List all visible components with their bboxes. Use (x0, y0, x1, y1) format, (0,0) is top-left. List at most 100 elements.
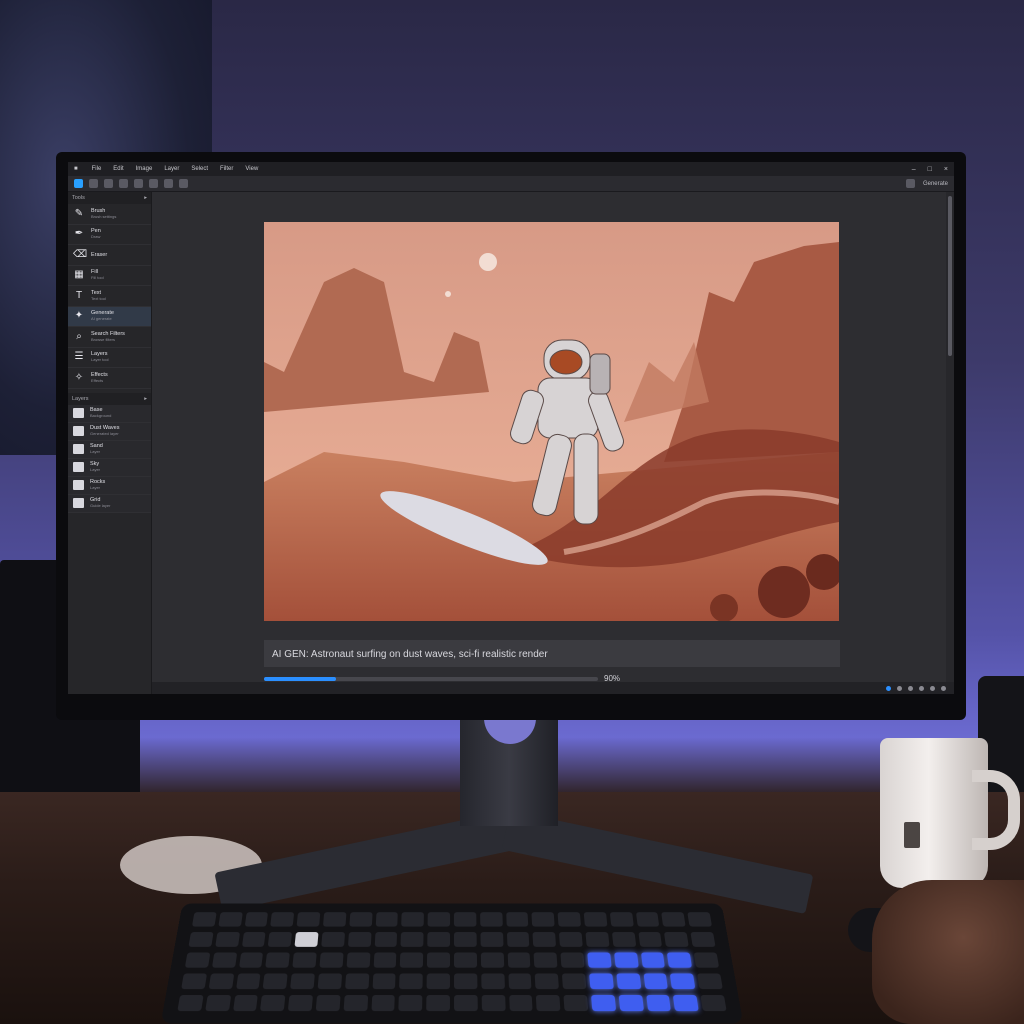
status-icon-6[interactable] (941, 686, 946, 691)
layer-item[interactable]: Sand Layer (68, 441, 151, 459)
tool-item[interactable]: ⌫ Eraser (68, 245, 151, 266)
tool-item[interactable]: ✒ Pen Draw (68, 225, 151, 246)
status-icon-4[interactable] (919, 686, 924, 691)
status-icon-3[interactable] (908, 686, 913, 691)
generated-image[interactable] (264, 222, 839, 621)
layer-thumbnail (73, 444, 84, 454)
tool-item[interactable]: ▦ Fill Fill tool (68, 266, 151, 287)
tools-list: ✎ Brush Brush settings ✒ Pen Draw ⌫ Eraser ▦ Fill… (68, 204, 151, 389)
toolbar-right-label[interactable]: Generate (923, 181, 948, 187)
keyboard-key (638, 932, 662, 947)
keyboard-key (691, 932, 716, 947)
layer-item[interactable]: Dust Waves Generated layer (68, 423, 151, 441)
toolbar-button-7[interactable] (179, 179, 188, 188)
menu-view[interactable]: View (245, 166, 258, 172)
toolbar-button-6[interactable] (164, 179, 173, 188)
keyboard-key (636, 912, 660, 926)
keyboard-key (589, 973, 614, 989)
keyboard-key (323, 912, 346, 926)
layer-sub: Layer (90, 467, 100, 473)
toolbar-button-1[interactable] (89, 179, 98, 188)
keyboard-key (208, 973, 233, 989)
toolbar-button-3[interactable] (119, 179, 128, 188)
tool-item[interactable]: T Text Text tool (68, 286, 151, 307)
minimize-button[interactable]: – (912, 166, 916, 173)
keyboard-key (618, 995, 643, 1011)
toolbar-button-2[interactable] (104, 179, 113, 188)
keyboard-key (585, 932, 609, 947)
keyboard-key (562, 973, 586, 989)
menu-layer[interactable]: Layer (164, 166, 179, 172)
layer-thumbnail (73, 462, 84, 472)
toolbar-button-4[interactable] (134, 179, 143, 188)
mars-surfer-artwork (264, 222, 839, 621)
layer-thumbnail (73, 408, 84, 418)
keyboard-key (559, 932, 583, 947)
prompt-bar[interactable]: AI GEN: Astronaut surfing on dust waves,… (264, 640, 840, 667)
panel-collapse-icon[interactable]: ▸ (144, 195, 147, 201)
keyboard-key (701, 995, 727, 1011)
tool-sub: Effects (91, 378, 108, 384)
keyboard-key (399, 995, 423, 1011)
keyboard-key (612, 932, 636, 947)
menu-select[interactable]: Select (191, 166, 208, 172)
tool-text: Text Text tool (91, 290, 106, 302)
menu-filter[interactable]: Filter (220, 166, 233, 172)
keyboard-key (244, 912, 268, 926)
keyboard-key (533, 932, 556, 947)
keyboard-key (215, 932, 240, 947)
keyboard-key (343, 995, 367, 1011)
status-icon-2[interactable] (897, 686, 902, 691)
home-button[interactable] (74, 179, 83, 188)
layer-text: Sky Layer (90, 461, 100, 473)
menu-file[interactable]: File (92, 166, 102, 172)
keyboard-key (587, 952, 611, 967)
toolbar-button-5[interactable] (149, 179, 158, 188)
fill-icon: ▦ (73, 269, 85, 281)
canvas-area[interactable]: AI GEN: Astronaut surfing on dust waves,… (152, 192, 954, 694)
menu-image[interactable]: Image (136, 166, 153, 172)
status-bar (152, 682, 954, 694)
layers-collapse-icon[interactable]: ▸ (144, 396, 147, 402)
tool-item[interactable]: ⌕ Search Filters Browse filters (68, 327, 151, 348)
coffee-mug-handle (972, 770, 1020, 850)
status-icon-5[interactable] (930, 686, 935, 691)
status-icon-1[interactable] (886, 686, 891, 691)
window-controls: – □ × (912, 166, 948, 173)
toolbar-right: Generate (906, 179, 948, 188)
keyboard-key (242, 932, 266, 947)
keyboard-key (454, 932, 477, 947)
menu-edit[interactable]: Edit (113, 166, 123, 172)
toolbar-settings-button[interactable] (906, 179, 915, 188)
keyboard-key (239, 952, 264, 967)
keyboard-key (454, 912, 476, 926)
tool-sub: Browse filters (91, 337, 125, 343)
layer-item[interactable]: Base Background (68, 405, 151, 423)
tool-item[interactable]: ✧ Effects Effects (68, 368, 151, 389)
maximize-button[interactable]: □ (928, 166, 932, 173)
scrollbar-thumb[interactable] (948, 196, 952, 356)
keyboard-key (181, 973, 207, 989)
search-icon: ⌕ (73, 331, 85, 343)
text-icon: T (73, 290, 85, 302)
vertical-scrollbar[interactable] (946, 192, 954, 682)
tool-text: Search Filters Browse filters (91, 331, 125, 343)
tool-item[interactable]: ✦ Generate AI generate (68, 307, 151, 328)
close-button[interactable]: × (944, 166, 948, 173)
keyboard-key (290, 973, 315, 989)
keyboard-key (271, 912, 295, 926)
layer-item[interactable]: Sky Layer (68, 459, 151, 477)
layer-item[interactable]: Grid Guide layer (68, 495, 151, 513)
keyboard-key (646, 995, 672, 1011)
keyboard-key (318, 973, 342, 989)
keyboard-key (233, 995, 259, 1011)
workspace: Tools ▸ ✎ Brush Brush settings ✒ Pen Draw ⌫ Era… (68, 192, 954, 694)
keyboard-key (218, 912, 242, 926)
tool-item[interactable]: ✎ Brush Brush settings (68, 204, 151, 225)
keyboard-key (427, 973, 450, 989)
keyboard-key (584, 912, 608, 926)
tool-item[interactable]: ☰ Layers Layer tool (68, 348, 151, 369)
keyboard-key (372, 973, 396, 989)
layer-item[interactable]: Rocks Layer (68, 477, 151, 495)
keyboard-key (346, 952, 370, 967)
